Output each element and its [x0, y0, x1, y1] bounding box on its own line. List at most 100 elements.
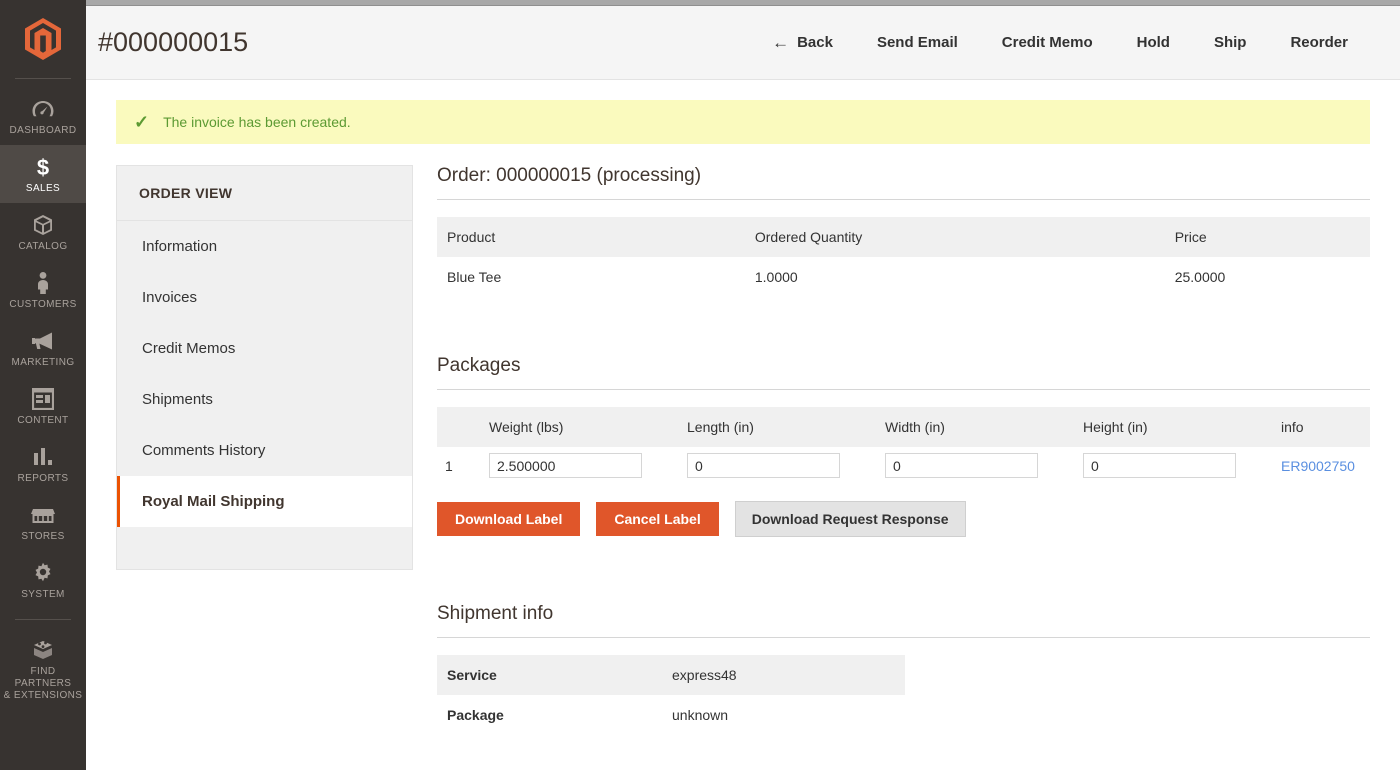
- order-view-panel: ORDER VIEW Information Invoices Credit M…: [116, 165, 413, 570]
- packages-row: 1 2.500000 0 0 0 ER9002750: [437, 447, 1370, 484]
- shipment-info-row: Package unknown: [437, 695, 905, 735]
- width-input[interactable]: [885, 453, 1038, 478]
- sidebar-item-system[interactable]: SYSTEM: [0, 551, 86, 609]
- dollar-icon: $: [34, 154, 52, 180]
- value-package: unknown: [662, 695, 905, 735]
- tracking-number-link[interactable]: ER9002750: [1281, 458, 1355, 474]
- shipment-info-heading: Shipment info: [437, 603, 1370, 638]
- sidebar-label: CONTENT: [17, 415, 69, 426]
- column-header-length: Length (in): [679, 407, 877, 447]
- box-icon: [31, 212, 55, 238]
- bar-chart-icon: [32, 444, 54, 470]
- column-header-index: [437, 407, 481, 447]
- page-actions: ← Back Send Email Credit Memo Hold Ship …: [750, 26, 1370, 59]
- download-request-response-button[interactable]: Download Request Response: [734, 501, 966, 537]
- length-input[interactable]: [687, 453, 840, 478]
- arrow-left-icon: ←: [772, 33, 790, 52]
- page-header: #000000015 ← Back Send Email Credit Memo…: [86, 6, 1400, 80]
- column-header-height: Height (in): [1075, 407, 1273, 447]
- order-view-item-invoices[interactable]: Invoices: [117, 272, 412, 323]
- sidebar-item-dashboard[interactable]: DASHBOARD: [0, 87, 86, 145]
- order-heading: Order: 000000015 (processing): [437, 165, 1370, 200]
- cell-length: [679, 447, 877, 484]
- shipment-info-row: Service express48: [437, 655, 905, 695]
- magento-logo[interactable]: [0, 0, 86, 78]
- back-button[interactable]: ← Back: [750, 26, 855, 59]
- sidebar-item-customers[interactable]: CUSTOMERS: [0, 261, 86, 319]
- send-email-button[interactable]: Send Email: [855, 26, 980, 59]
- cell-width: [877, 447, 1075, 484]
- gear-icon: [31, 560, 55, 586]
- order-view-title: ORDER VIEW: [117, 166, 412, 221]
- sidebar-label: REPORTS: [17, 473, 69, 484]
- royal-mail-shipping-panel: Order: 000000015 (processing) Product Or…: [437, 165, 1370, 770]
- cell-package-index: 1: [445, 457, 453, 474]
- cancel-label-button[interactable]: Cancel Label: [596, 502, 719, 536]
- weight-input[interactable]: [489, 453, 642, 478]
- package-actions: Download Label Cancel Label Download Req…: [437, 501, 1370, 537]
- person-icon: [35, 270, 51, 296]
- storefront-icon: [31, 502, 55, 528]
- label-service: Service: [437, 655, 662, 695]
- sidebar-label: MARKETING: [11, 357, 75, 368]
- cell-info: ER9002750: [1273, 447, 1370, 484]
- success-message-text: The invoice has been created.: [163, 114, 351, 130]
- sidebar-item-content[interactable]: CONTENT: [0, 377, 86, 435]
- sidebar-item-find-partners-extensions[interactable]: FIND PARTNERS & EXTENSIONS: [0, 628, 86, 710]
- download-label-button[interactable]: Download Label: [437, 502, 581, 536]
- sidebar-divider-top: [15, 78, 71, 79]
- sidebar-item-stores[interactable]: STORES: [0, 493, 86, 551]
- admin-sidebar: DASHBOARD $ SALES CATALOG CUSTOMERS MARK…: [0, 0, 86, 770]
- gauge-icon: [31, 96, 55, 122]
- hold-button[interactable]: Hold: [1115, 26, 1192, 59]
- order-view-item-credit-memos[interactable]: Credit Memos: [117, 323, 412, 374]
- order-items-table: Product Ordered Quantity Price Blue Tee …: [437, 217, 1370, 297]
- admin-page: DASHBOARD $ SALES CATALOG CUSTOMERS MARK…: [0, 0, 1400, 770]
- label-package: Package: [437, 695, 662, 735]
- order-view-item-comments-history[interactable]: Comments History: [117, 425, 412, 476]
- sidebar-label-line2: & EXTENSIONS: [3, 690, 83, 701]
- megaphone-icon: [31, 328, 55, 354]
- order-view-item-royal-mail-shipping[interactable]: Royal Mail Shipping: [117, 476, 412, 527]
- check-icon: ✓: [134, 112, 150, 132]
- magento-logo-icon: [25, 18, 61, 60]
- success-message: ✓ The invoice has been created.: [116, 100, 1370, 144]
- cell-height: [1075, 447, 1273, 484]
- reorder-button[interactable]: Reorder: [1268, 26, 1370, 59]
- sidebar-label-line1: FIND PARTNERS: [14, 666, 72, 689]
- column-header-width: Width (in): [877, 407, 1075, 447]
- main-area: #000000015 ← Back Send Email Credit Memo…: [86, 0, 1400, 770]
- blocks-icon: [31, 637, 55, 663]
- sidebar-label: CUSTOMERS: [9, 299, 77, 310]
- value-service: express48: [662, 655, 905, 695]
- shipment-info-table: Service express48 Package unknown: [437, 655, 905, 735]
- layout-icon: [32, 386, 54, 412]
- back-button-label: Back: [797, 34, 833, 51]
- page-content: ORDER VIEW Information Invoices Credit M…: [86, 144, 1400, 770]
- sidebar-label: SYSTEM: [21, 589, 65, 600]
- column-header-price: Price: [1164, 217, 1370, 257]
- svg-text:$: $: [37, 155, 49, 179]
- sidebar-label: CATALOG: [18, 241, 68, 252]
- column-header-product: Product: [437, 217, 745, 257]
- table-row: Blue Tee 1.0000 25.0000: [437, 257, 1370, 297]
- column-header-ordered-quantity: Ordered Quantity: [744, 217, 1165, 257]
- credit-memo-button[interactable]: Credit Memo: [980, 26, 1115, 59]
- cell-ordered-quantity: 1.0000: [744, 257, 1165, 297]
- message-area: ✓ The invoice has been created.: [86, 80, 1400, 144]
- packages-table: Weight (lbs) Length (in) Width (in) Heig…: [437, 407, 1370, 484]
- height-input[interactable]: [1083, 453, 1236, 478]
- packages-heading: Packages: [437, 355, 1370, 390]
- sidebar-item-sales[interactable]: $ SALES: [0, 145, 86, 203]
- sidebar-label: DASHBOARD: [9, 125, 77, 136]
- packages-header-row: Weight (lbs) Length (in) Width (in) Heig…: [437, 407, 1370, 447]
- ship-button[interactable]: Ship: [1192, 26, 1269, 59]
- sidebar-item-reports[interactable]: REPORTS: [0, 435, 86, 493]
- order-view-item-shipments[interactable]: Shipments: [117, 374, 412, 425]
- column-header-info: info: [1273, 407, 1370, 447]
- cell-weight: [481, 447, 679, 484]
- order-view-item-information[interactable]: Information: [117, 221, 412, 272]
- sidebar-label: STORES: [21, 531, 65, 542]
- sidebar-item-marketing[interactable]: MARKETING: [0, 319, 86, 377]
- sidebar-item-catalog[interactable]: CATALOG: [0, 203, 86, 261]
